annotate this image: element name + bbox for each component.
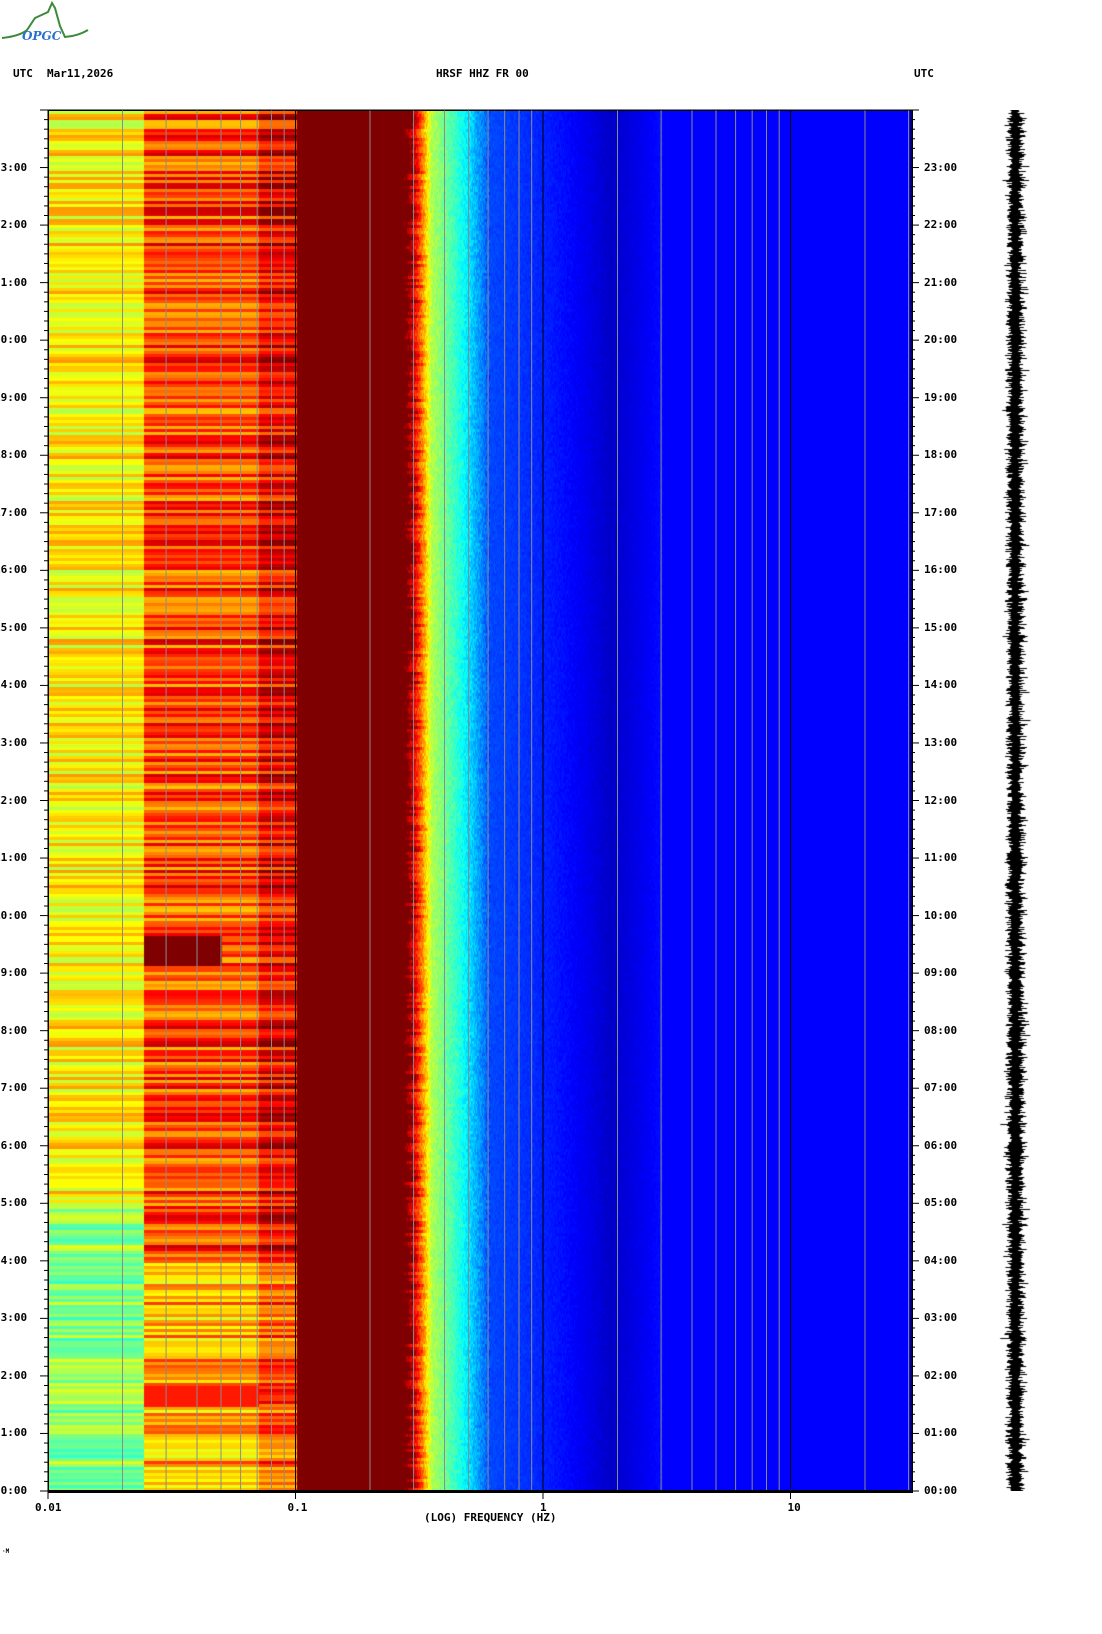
right-time-label: 23:00 <box>924 160 958 174</box>
right-time-label: 22:00 <box>924 218 958 232</box>
left-time-label: 17:00 <box>0 505 28 519</box>
right-time-label: 18:00 <box>924 448 958 462</box>
right-time-label: 05:00 <box>924 1196 958 1210</box>
left-time-label: 04:00 <box>0 1253 28 1267</box>
left-time-label: 08:00 <box>0 1023 28 1037</box>
left-time-label: 12:00 <box>0 793 28 807</box>
right-time-label: 00:00 <box>924 1484 958 1497</box>
left-time-label: 03:00 <box>0 1311 28 1325</box>
seismic-waveform-trace <box>990 110 1042 1491</box>
left-time-label: 11:00 <box>0 851 28 865</box>
left-time-label: 01:00 <box>0 1426 28 1440</box>
footer-mark: ·M <box>2 1548 10 1555</box>
right-time-label: 15:00 <box>924 620 958 634</box>
left-time-label: 23:00 <box>0 160 28 174</box>
chart-axes <box>40 109 919 1499</box>
right-time-label: 04:00 <box>924 1253 958 1267</box>
right-time-label: 14:00 <box>924 678 958 692</box>
right-time-label: 10:00 <box>924 908 958 922</box>
right-time-label: 17:00 <box>924 505 958 519</box>
x-tick-label: 10 <box>787 1501 801 1514</box>
left-time-label: 20:00 <box>0 333 28 347</box>
right-time-label: 16:00 <box>924 563 958 577</box>
right-time-label: 21:00 <box>924 275 958 289</box>
right-time-label: 02:00 <box>924 1368 958 1382</box>
right-time-label: 03:00 <box>924 1311 958 1325</box>
left-time-label: 15:00 <box>0 620 28 634</box>
left-time-label: 13:00 <box>0 735 28 749</box>
right-time-label: 01:00 <box>924 1426 958 1440</box>
right-time-label: 07:00 <box>924 1081 958 1095</box>
right-time-label: 19:00 <box>924 390 958 404</box>
x-tick-label: 0.01 <box>35 1501 62 1514</box>
left-time-label: 14:00 <box>0 678 28 692</box>
left-time-label: 06:00 <box>0 1138 28 1152</box>
right-time-label: 08:00 <box>924 1023 958 1037</box>
x-axis-title: (LOG) FREQUENCY (HZ) <box>424 1511 557 1524</box>
right-time-label: 13:00 <box>924 735 958 749</box>
left-time-label: 18:00 <box>0 448 28 462</box>
left-time-label: 07:00 <box>0 1081 28 1095</box>
left-time-label: 16:00 <box>0 563 28 577</box>
right-time-label: 11:00 <box>924 851 958 865</box>
plot-frame <box>47 109 912 1492</box>
left-time-label: 19:00 <box>0 390 28 404</box>
left-time-label: 05:00 <box>0 1196 28 1210</box>
left-time-label: 02:00 <box>0 1368 28 1382</box>
left-time-label: 10:00 <box>0 908 28 922</box>
spectrogram-page: OPGC UTC Mar11,2026 HRSF HHZ FR 00 UTC 0… <box>0 0 1102 1634</box>
right-time-label: 06:00 <box>924 1138 958 1152</box>
left-time-label: 22:00 <box>0 218 28 232</box>
left-time-label: 21:00 <box>0 275 28 289</box>
right-time-label: 09:00 <box>924 966 958 980</box>
x-tick-label: 0.1 <box>287 1501 308 1514</box>
left-time-label: 09:00 <box>0 966 28 980</box>
right-time-label: 12:00 <box>924 793 958 807</box>
right-time-label: 20:00 <box>924 333 958 347</box>
left-time-label: 00:00 <box>0 1484 28 1497</box>
